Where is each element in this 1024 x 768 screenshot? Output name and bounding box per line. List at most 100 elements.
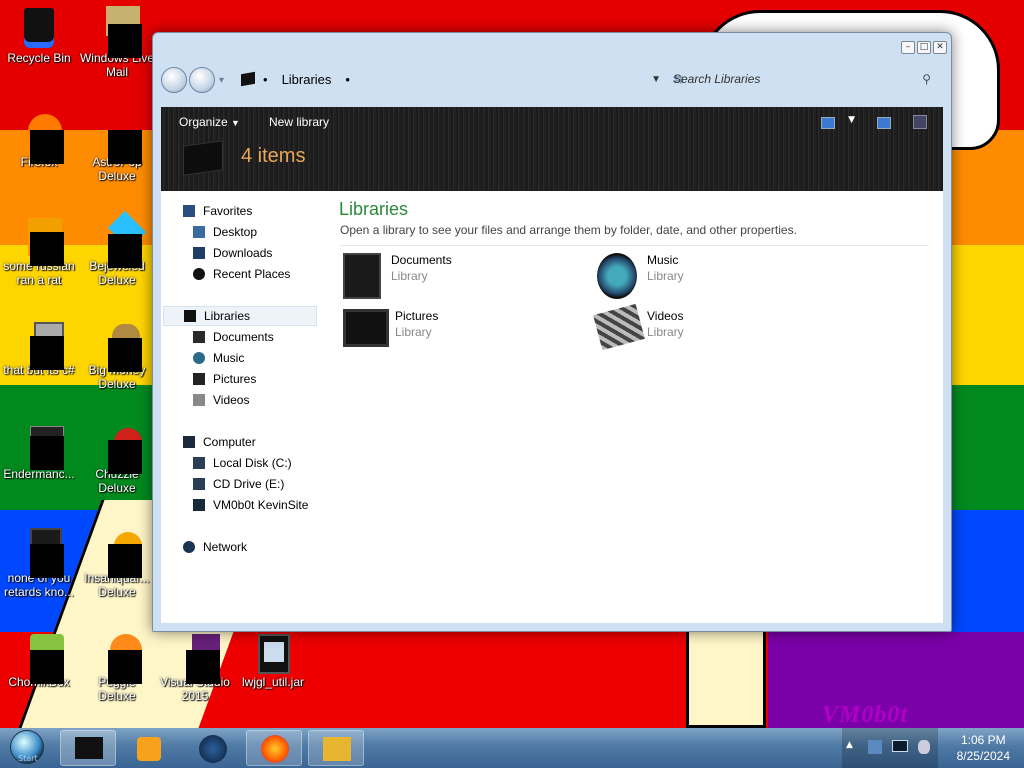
nav-documents[interactable]: Documents [193, 327, 274, 347]
desktop-icon-that-but-csharp[interactable]: that but its c# [0, 314, 78, 377]
cd-drive-icon [193, 478, 205, 490]
nav-label: CD Drive (E:) [213, 477, 285, 491]
desktop-icon-endermanc[interactable]: Endermanc... [0, 418, 78, 481]
maximize-button[interactable]: □ [917, 41, 931, 54]
libraries-large-icon [183, 140, 223, 176]
address-bar[interactable]: • Libraries • ▼ [241, 67, 661, 91]
chuzzle-icon [94, 422, 142, 474]
nav-desktop[interactable]: Desktop [193, 222, 257, 242]
nav-label: VM0b0t KevinSite [213, 498, 309, 512]
start-button[interactable]: Start [4, 728, 56, 768]
nav-cd-drive[interactable]: CD Drive (E:) [193, 474, 284, 494]
page-title: Libraries [339, 199, 409, 219]
pictures-icon [193, 373, 205, 385]
clock[interactable]: 1:06 PM 8/25/2024 [957, 732, 1010, 764]
desktop-icon-russian-rat[interactable]: some russian ran a rat [0, 210, 78, 287]
breadcrumb-separator-icon[interactable]: • [263, 72, 268, 87]
navigation-bar: ▾ • Libraries • ▼ ⇆ Search Libraries ⚲ [161, 63, 943, 97]
taskbar-internet-explorer[interactable] [184, 730, 240, 766]
nav-network-drive[interactable]: VM0b0t KevinSite [193, 495, 308, 515]
nav-libraries[interactable]: Libraries [163, 306, 317, 326]
help-button[interactable] [913, 115, 927, 129]
desktop-icon-insaniquarium[interactable]: Insaniquar... Deluxe [78, 522, 156, 599]
nav-network[interactable]: Network [183, 537, 247, 557]
taskbar-explorer[interactable] [60, 730, 116, 766]
monitor-tray-icon[interactable] [892, 740, 908, 752]
search-input[interactable]: Search Libraries [673, 72, 760, 86]
explorer-window[interactable]: – □ ✕ ▾ • Libraries • ▼ ⇆ Search Librari… [152, 32, 952, 632]
desktop-icon-peggle[interactable]: Peggle Deluxe [78, 626, 156, 703]
close-button[interactable]: ✕ [933, 41, 947, 54]
desktop-icon-recycle-bin[interactable]: Recycle Bin [0, 2, 78, 65]
nav-music[interactable]: Music [193, 348, 244, 368]
firefox-icon [16, 110, 64, 164]
breadcrumb-separator-icon[interactable]: • [345, 72, 350, 87]
recent-pages-chevron-icon[interactable]: ▾ [219, 75, 224, 86]
nav-recent-places[interactable]: Recent Places [193, 264, 290, 284]
nav-label: Music [213, 351, 245, 365]
taskbar-media-player[interactable] [120, 730, 176, 766]
nav-pictures[interactable]: Pictures [193, 369, 256, 389]
library-type: Library [395, 325, 432, 339]
libraries-breadcrumb-icon [241, 71, 255, 87]
back-button[interactable] [161, 67, 187, 93]
desktop-icon-big-money[interactable]: Big Money Deluxe [78, 314, 156, 391]
library-pictures[interactable]: Pictures Library [343, 309, 438, 347]
videos-icon [193, 394, 205, 406]
minimize-button[interactable]: – [901, 41, 915, 54]
search-icon[interactable]: ⚲ [922, 72, 931, 86]
desktop-icon-chomikbox[interactable]: ChomikBox [0, 626, 78, 689]
navigation-pane: Favorites Desktop Downloads Recent Place… [161, 191, 329, 623]
command-bar: Organize ▼ New library ▼ 4 items [161, 107, 943, 191]
library-name: Music [647, 253, 679, 267]
library-documents[interactable]: Documents Library [343, 253, 452, 299]
desktop-icon-lwjgl-util[interactable]: lwjgl_util.jar [234, 626, 312, 689]
desktop-icon-bejeweled[interactable]: Bejeweled Deluxe [78, 210, 156, 287]
recycle-bin-icon [16, 6, 62, 48]
music-icon [193, 352, 205, 364]
nav-label: Computer [203, 435, 256, 449]
nav-favorites[interactable]: Favorites [183, 201, 252, 221]
nav-videos[interactable]: Videos [193, 390, 249, 410]
desktop-icon-none-of-you[interactable]: none of you retards kno... [0, 522, 78, 599]
change-view-button[interactable] [821, 117, 835, 129]
desktop-icon-windows-live-mail[interactable]: Windows Live Mail [78, 2, 156, 79]
taskbar-firefox[interactable] [246, 730, 302, 766]
mail-icon [94, 6, 142, 58]
preview-pane-button[interactable] [877, 117, 891, 129]
forward-button[interactable] [189, 67, 215, 93]
libraries-icon [184, 310, 196, 322]
library-name: Documents [391, 253, 452, 267]
show-hidden-icons-icon[interactable]: ▲ [846, 740, 853, 750]
nav-label: Recent Places [213, 267, 291, 281]
library-videos[interactable]: Videos Library [593, 303, 684, 351]
item-count: 4 items [241, 145, 306, 167]
nav-label: Documents [213, 330, 274, 344]
search-box[interactable]: Search Libraries ⚲ [669, 67, 939, 91]
desktop-icon-astropop[interactable]: AstroPop Deluxe [78, 106, 156, 183]
nav-computer[interactable]: Computer [183, 432, 256, 452]
nav-local-disk[interactable]: Local Disk (C:) [193, 453, 292, 473]
view-dropdown-icon[interactable]: ▼ [848, 115, 855, 125]
desktop-icon-chuzzle[interactable]: Chuzzle Deluxe [78, 418, 156, 495]
fish-icon [94, 526, 142, 578]
new-library-button[interactable]: New library [269, 115, 329, 129]
volume-tray-icon[interactable] [918, 740, 930, 754]
title-bar[interactable]: – □ ✕ [153, 33, 951, 63]
network-tray-icon[interactable] [868, 740, 882, 754]
desktop-icon-visual-studio[interactable]: Visual Studio 2015 [156, 626, 234, 703]
taskbar-app[interactable] [308, 730, 364, 766]
visual-studio-icon [172, 630, 220, 684]
breadcrumb-libraries[interactable]: Libraries [282, 72, 332, 87]
page-description: Open a library to see your files and arr… [340, 223, 797, 237]
videos-library-icon [593, 303, 645, 351]
divider [340, 245, 929, 246]
library-music[interactable]: Music Library [597, 253, 684, 299]
chevron-down-icon: ▼ [231, 118, 240, 128]
desktop-icon-firefox[interactable]: Firefox [0, 106, 78, 169]
organize-button[interactable]: Organize ▼ [179, 115, 240, 129]
address-dropdown-icon[interactable]: ▼ [651, 74, 661, 85]
nav-downloads[interactable]: Downloads [193, 243, 272, 263]
globe-icon [183, 541, 195, 553]
library-name: Pictures [395, 309, 439, 323]
